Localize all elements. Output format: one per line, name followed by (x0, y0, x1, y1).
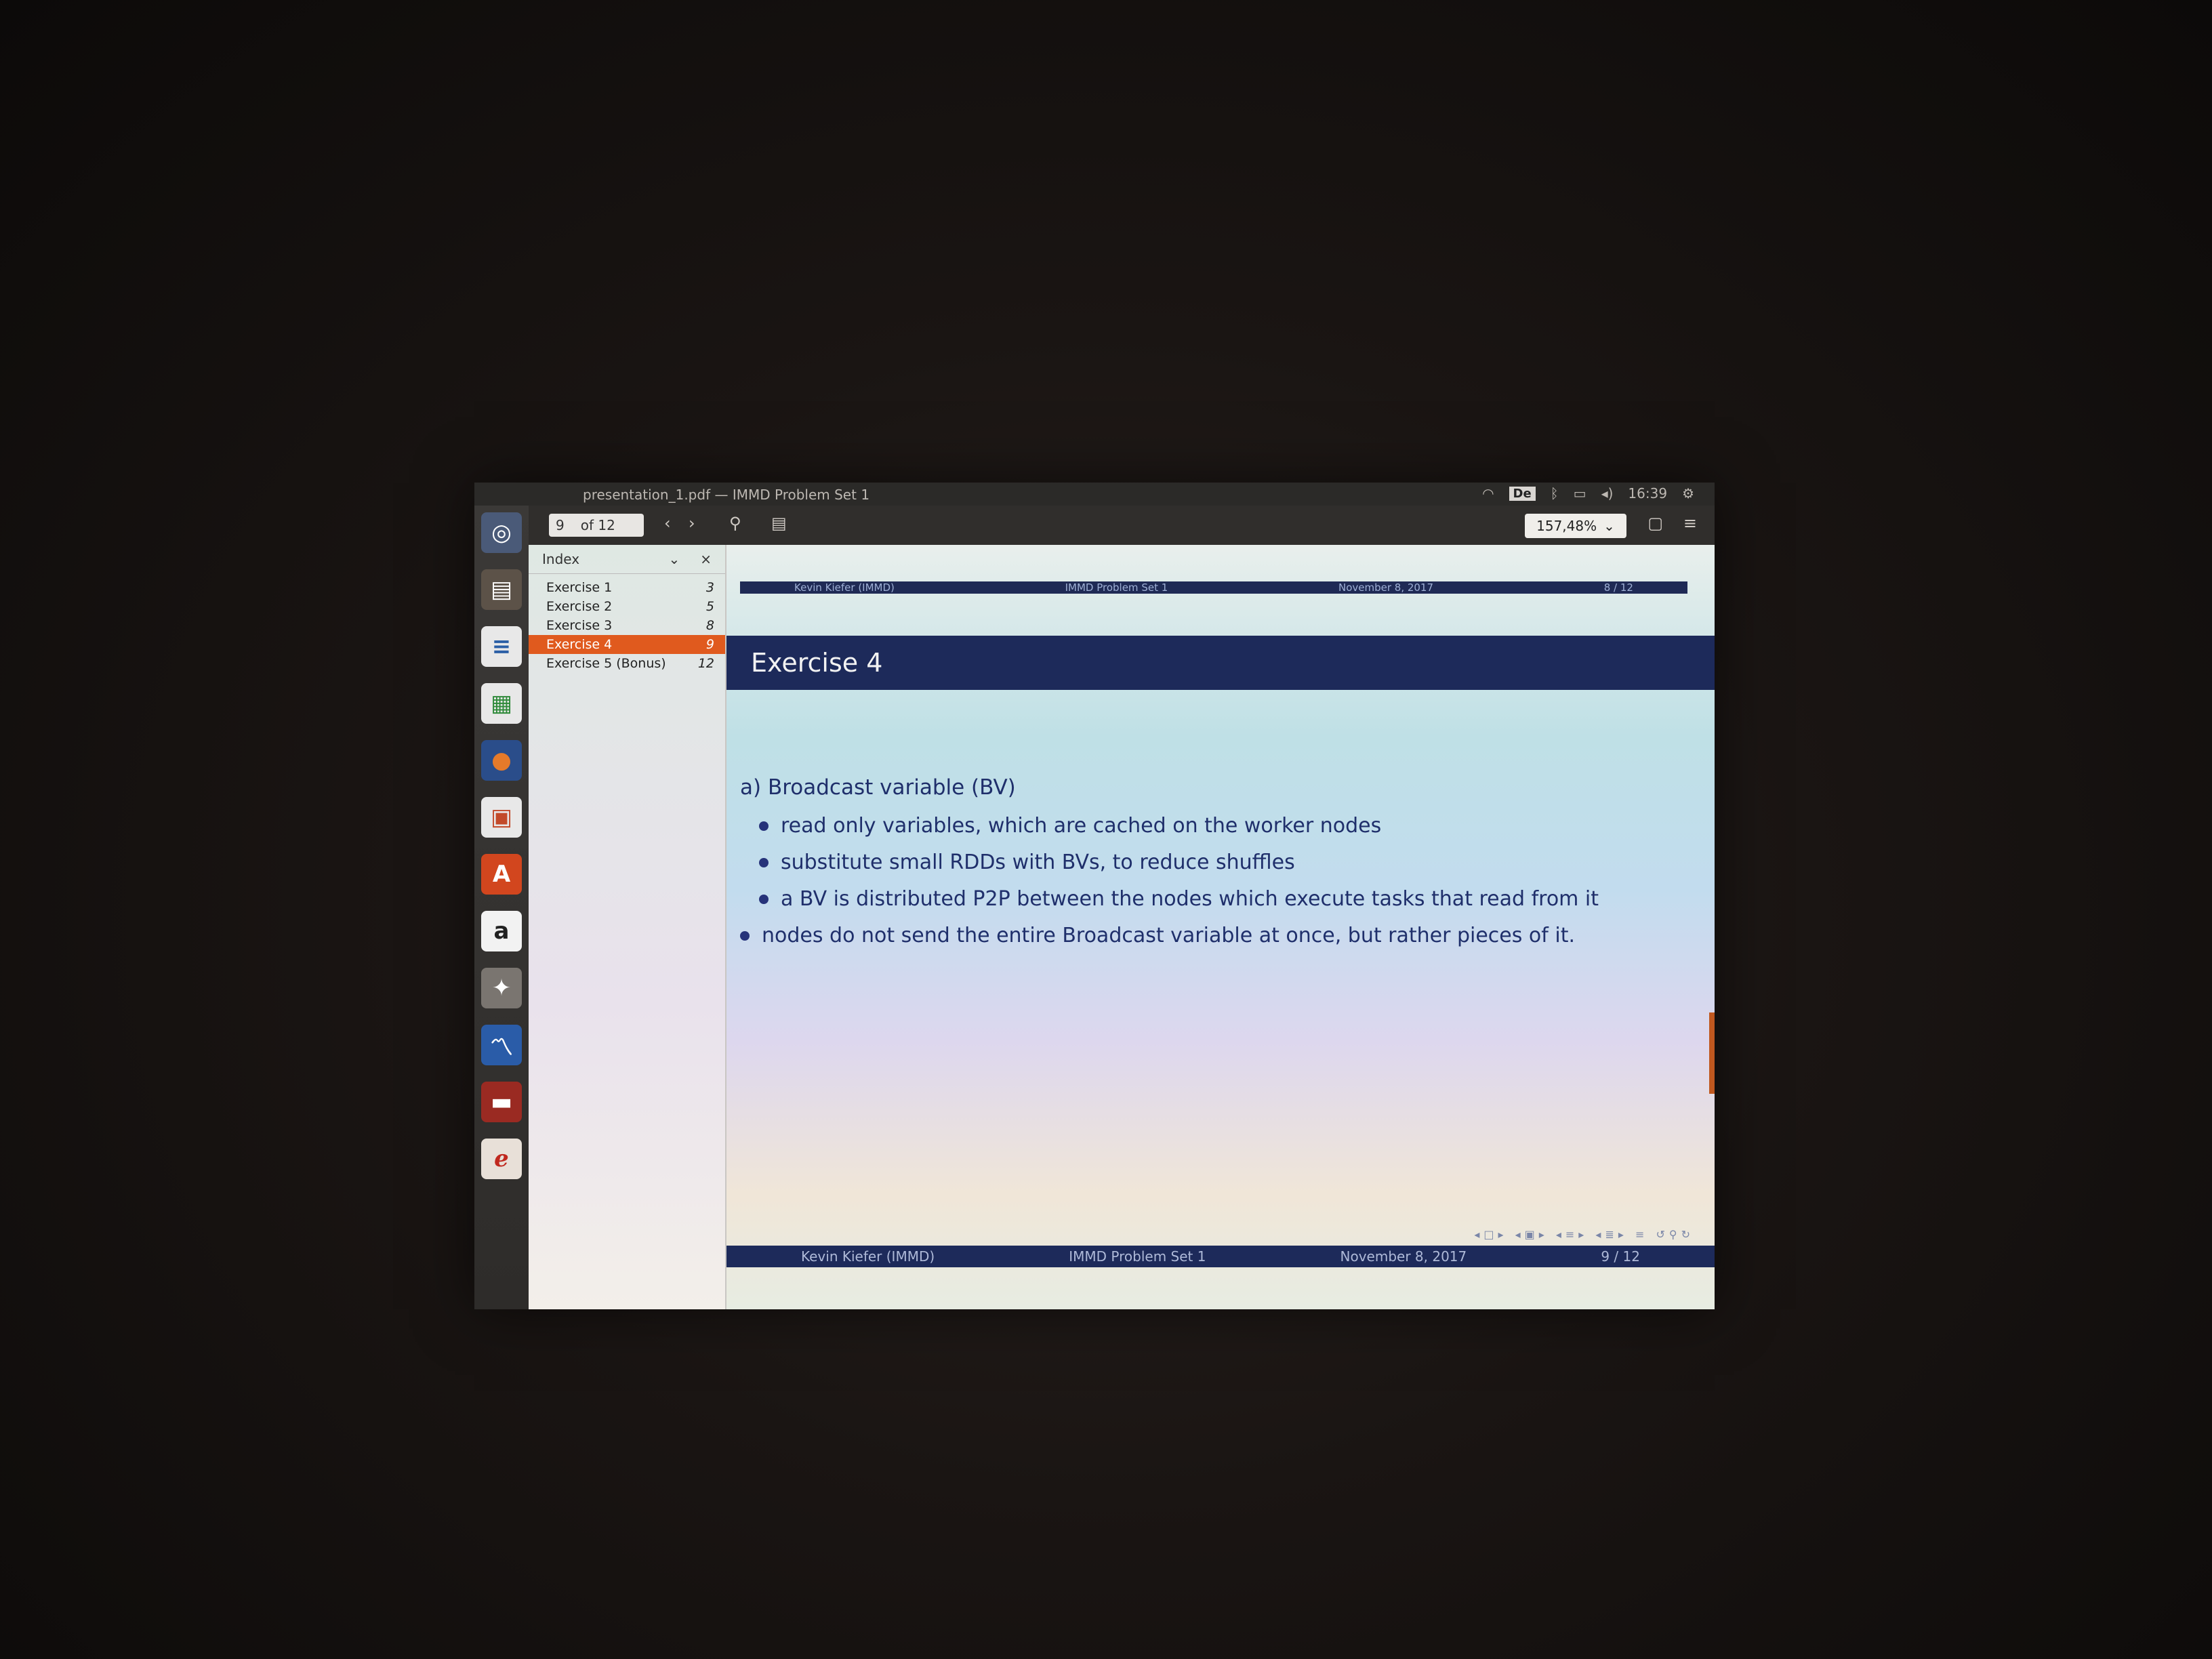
page-current: 9 (556, 517, 565, 533)
sidebar-item-exercise-5[interactable]: Exercise 5 (Bonus) 12 (529, 654, 725, 673)
sidebar-item-exercise-2[interactable]: Exercise 2 5 (529, 597, 725, 616)
save-icon[interactable]: ▢ (1647, 514, 1663, 533)
document-toolbar: 9 of 12 ‹ › ⚲ ▤ 157,48% ⌄ ▢ ≡ (529, 506, 1715, 545)
launcher: ◎ ▤ ≡ ▦ ● ▣ A a ✦ 〽 ▬ ℯ (474, 506, 529, 1309)
bullet-icon (759, 858, 769, 867)
chevron-down-icon: ⌄ (1603, 518, 1615, 534)
bullet-icon (759, 895, 769, 904)
keyboard-layout-indicator[interactable]: De (1509, 486, 1536, 501)
beamer-navigation-icons[interactable]: ◂□▸ ◂▣▸ ◂≡▸ ◂≣▸ ≡ ↺⚲↻ (1474, 1228, 1694, 1241)
close-icon[interactable]: × (700, 551, 712, 567)
menu-icon[interactable]: ≡ (1683, 514, 1697, 533)
sidebar-index: Index ⌄ × Exercise 1 3 Exercise 2 5 Exer… (529, 545, 726, 1309)
sidebar-item-exercise-3[interactable]: Exercise 3 8 (529, 616, 725, 635)
list-item: substitute small RDDs with BVs, to reduc… (759, 848, 1674, 877)
page-total: of 12 (580, 517, 615, 533)
bullet-icon (740, 931, 750, 941)
slide-title: Exercise 4 (726, 636, 1715, 690)
slide-body: a) Broadcast variable (BV) read only var… (740, 775, 1674, 958)
writer-icon[interactable]: ≡ (481, 626, 522, 667)
settings-icon[interactable]: ✦ (481, 968, 522, 1008)
wifi-icon[interactable]: ◠ (1482, 485, 1494, 501)
slide-footer: ◂□▸ ◂▣▸ ◂≡▸ ◂≣▸ ≡ ↺⚲↻ Kevin Kiefer (IMMD… (726, 1228, 1715, 1267)
annotations-icon[interactable]: ▤ (771, 514, 787, 533)
zoom-value: 157,48% (1536, 518, 1597, 534)
previous-slide-footer: Kevin Kiefer (IMMD) IMMD Problem Set 1 N… (740, 581, 1687, 594)
page-number-field[interactable]: 9 of 12 (549, 514, 644, 537)
amazon-icon[interactable]: a (481, 911, 522, 951)
sidebar-item-exercise-1[interactable]: Exercise 1 3 (529, 578, 725, 597)
slide-heading: a) Broadcast variable (BV) (740, 775, 1016, 800)
impress-icon[interactable]: ▣ (481, 797, 522, 838)
sidebar-title[interactable]: Index (542, 551, 579, 567)
battery-icon[interactable]: ▭ (1574, 485, 1586, 501)
list-item: nodes do not send the entire Broadcast v… (740, 922, 1674, 950)
system-monitor-icon[interactable]: 〽 (481, 1025, 522, 1065)
volume-icon[interactable]: ◂) (1601, 485, 1614, 501)
document-viewer-icon[interactable]: ▬ (481, 1082, 522, 1122)
bullet-icon (759, 821, 769, 831)
chevron-right-icon[interactable]: › (689, 514, 695, 533)
software-center-icon[interactable]: A (481, 854, 522, 895)
projected-screen: presentation_1.pdf — IMMD Problem Set 1 … (474, 483, 1715, 1309)
document-view[interactable]: Kevin Kiefer (IMMD) IMMD Problem Set 1 N… (726, 545, 1715, 1309)
files-icon[interactable]: ▤ (481, 569, 522, 610)
clock[interactable]: 16:39 (1628, 485, 1667, 501)
chevron-down-icon[interactable]: ⌄ (668, 551, 680, 567)
dash-icon[interactable]: ◎ (481, 512, 522, 553)
system-tray: ◠ De ᛒ ▭ ◂) 16:39 ⚙ (1482, 485, 1694, 501)
top-panel: presentation_1.pdf — IMMD Problem Set 1 … (474, 483, 1715, 506)
list-item: a BV is distributed P2P between the node… (759, 885, 1674, 914)
sidebar-item-exercise-4[interactable]: Exercise 4 9 (529, 635, 725, 654)
chevron-left-icon[interactable]: ‹ (664, 514, 671, 533)
firefox-icon[interactable]: ● (481, 740, 522, 781)
calc-icon[interactable]: ▦ (481, 683, 522, 724)
sidebar-header: Index ⌄ × (529, 545, 725, 574)
list-item: read only variables, which are cached on… (759, 812, 1674, 840)
window-title: presentation_1.pdf — IMMD Problem Set 1 (583, 487, 870, 503)
bluetooth-icon[interactable]: ᛒ (1551, 485, 1559, 501)
gear-icon[interactable]: ⚙ (1682, 485, 1694, 501)
zoom-selector[interactable]: 157,48% ⌄ (1525, 514, 1626, 538)
search-icon[interactable]: ⚲ (729, 514, 741, 533)
scrollbar-thumb[interactable] (1709, 1012, 1715, 1094)
pdf-reader-icon[interactable]: ℯ (481, 1139, 522, 1179)
